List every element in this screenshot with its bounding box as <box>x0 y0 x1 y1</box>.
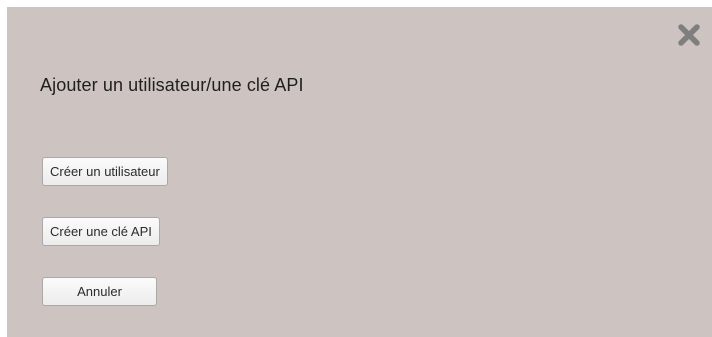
create-user-button[interactable]: Créer un utilisateur <box>42 157 168 186</box>
close-icon[interactable] <box>678 24 700 46</box>
close-x-icon <box>678 24 700 46</box>
create-api-key-button[interactable]: Créer une clé API <box>42 217 160 246</box>
dialog-title: Ajouter un utilisateur/une clé API <box>40 75 304 95</box>
add-user-dialog: Ajouter un utilisateur/une clé API Créer… <box>7 7 712 337</box>
cancel-button[interactable]: Annuler <box>42 277 157 306</box>
